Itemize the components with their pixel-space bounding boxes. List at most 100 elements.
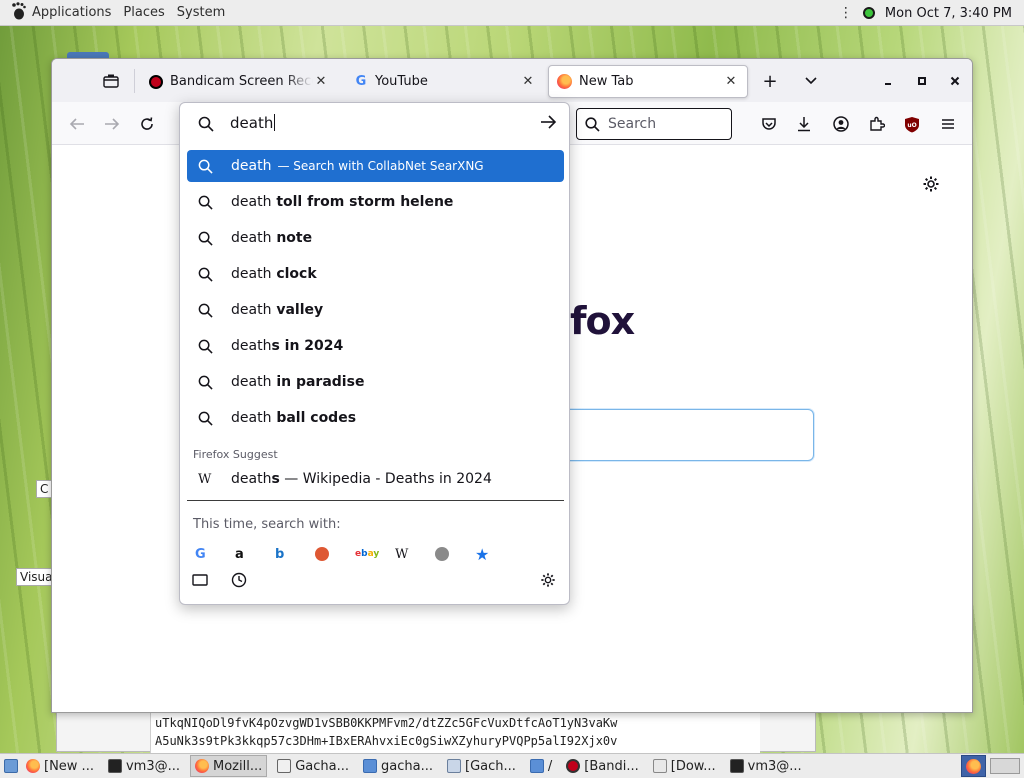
urlbar-dropdown: death death — Search with CollabNet SearX… (179, 102, 570, 605)
engine-searxng-button[interactable] (432, 543, 472, 565)
account-button[interactable] (828, 111, 854, 137)
panel-clock[interactable]: Mon Oct 7, 3:40 PM (885, 6, 1012, 21)
wikipedia-suggestion[interactable]: W death s — Wikipedia - Deaths in 2024 (187, 463, 564, 495)
search-suggestion[interactable]: death valley (187, 294, 564, 326)
suggestion-prefix: death (231, 230, 272, 246)
suggestion-completion: toll from storm helene (271, 194, 454, 210)
pocket-icon (762, 117, 776, 130)
app-menu-button[interactable] (935, 111, 961, 137)
search-suggestion[interactable]: death ball codes (187, 402, 564, 434)
taskbar-window-button[interactable]: gacha... (359, 755, 437, 777)
url-input[interactable]: death (180, 103, 569, 145)
window-icon (277, 759, 292, 773)
taskbar-window-button[interactable]: Gacha... (273, 755, 353, 777)
taskbar-window-label: Gacha... (295, 758, 350, 774)
tab-bandicam[interactable]: Bandicam Screen Recorder ✕ (141, 65, 337, 98)
search-suggestion[interactable]: death clock (187, 258, 564, 290)
download-icon (798, 117, 810, 132)
go-arrow-icon[interactable] (539, 114, 557, 130)
ublock-origin-button[interactable]: uO (899, 111, 925, 137)
system-menu[interactable]: System (177, 5, 225, 20)
history-search-button[interactable] (231, 572, 247, 592)
places-menu[interactable]: Places (123, 5, 164, 20)
tab-icon (192, 574, 208, 586)
search-icon (198, 267, 214, 282)
suggestion-prefix: death (231, 194, 272, 210)
tab-youtube[interactable]: G YouTube ✕ (346, 65, 544, 98)
tabs-search-button[interactable] (192, 574, 208, 590)
puzzle-piece-icon (870, 116, 885, 131)
urlbar-footer (192, 571, 562, 593)
engine-ebay-button[interactable]: ebay (352, 543, 392, 565)
applications-menu-label: Applications (32, 5, 112, 20)
engine-google-button[interactable]: G (192, 543, 232, 565)
search-suggestion[interactable]: death toll from storm helene (187, 186, 564, 218)
engine-bing-button[interactable]: b (272, 543, 312, 565)
list-all-tabs-button[interactable] (798, 69, 824, 93)
downloads-button[interactable] (791, 111, 817, 137)
system-menu-label: System (176, 5, 226, 20)
close-icon (950, 76, 960, 86)
engine-bookmarks-button[interactable]: ★ (472, 543, 512, 565)
taskbar-window-label: [Bandi... (584, 758, 639, 774)
workspace-switcher[interactable] (986, 755, 1024, 777)
firefox-launcher[interactable] (961, 755, 986, 777)
taskbar-window-button[interactable]: [Dow... (649, 755, 720, 777)
places-menu-label: Places (123, 5, 165, 20)
taskbar-window-button[interactable]: vm3@... (726, 755, 806, 777)
engine-wikipedia-button[interactable]: W (392, 543, 432, 565)
new-tab-button[interactable]: + (757, 69, 783, 93)
close-tab-icon[interactable]: ✕ (520, 74, 536, 89)
forward-button[interactable] (99, 111, 125, 137)
reload-button[interactable] (134, 111, 160, 137)
search-bar[interactable]: Search (576, 108, 732, 140)
engine-duckduckgo-button[interactable] (312, 543, 352, 565)
taskbar-window-button[interactable]: Mozill... (190, 755, 268, 777)
pocket-button[interactable] (756, 111, 782, 137)
taskbar-window-button[interactable]: [Gach... (443, 755, 520, 777)
close-window-button[interactable] (942, 69, 968, 93)
search-suggestion[interactable]: death s in 2024 (187, 330, 564, 362)
bottom-taskbar: [New ... vm3@... Mozill... Gacha... gacha...… (0, 753, 1024, 778)
taskbar-window-button[interactable]: [New ... (22, 755, 98, 777)
bandicam-record-icon (149, 74, 163, 89)
panel-more-icon[interactable]: ⋮ (839, 5, 853, 21)
extensions-button[interactable] (864, 111, 890, 137)
maximize-button[interactable] (909, 69, 935, 93)
search-suggestion-selected[interactable]: death — Search with CollabNet SearXNG (187, 150, 564, 182)
download-icon (652, 759, 667, 773)
taskbar-window-label: [Dow... (670, 758, 716, 774)
minimize-button[interactable] (875, 69, 901, 93)
engine-amazon-button[interactable]: a (232, 543, 272, 565)
google-icon: G (195, 546, 206, 562)
google-icon: G (355, 74, 367, 89)
back-button[interactable] (64, 111, 90, 137)
new-tab-search-box[interactable] (562, 409, 814, 461)
taskbar-window-button[interactable]: [Bandi... (562, 755, 642, 777)
search-settings-button[interactable] (540, 572, 556, 592)
suggestion-prefix: death (231, 266, 272, 282)
firefox-view-button[interactable] (100, 71, 122, 91)
applications-menu[interactable]: Applications (10, 1, 112, 24)
taskbar-window-button[interactable]: vm3@... (104, 755, 184, 777)
tab-new-tab[interactable]: New Tab ✕ (548, 65, 748, 98)
search-suggestion[interactable]: death in paradise (187, 366, 564, 398)
plus-icon: + (762, 70, 778, 92)
close-tab-icon[interactable]: ✕ (723, 74, 739, 89)
show-desktop-button[interactable] (0, 755, 22, 777)
taskbar-window-label: vm3@... (747, 758, 802, 774)
arrow-left-icon (69, 118, 84, 130)
search-icon (198, 411, 214, 426)
network-status-icon[interactable] (862, 7, 875, 19)
show-desktop-icon (4, 759, 18, 773)
background-text-area[interactable]: uTkqNIQoDl9fvK4pOzvgWD1vSBB0KKPMFvm2/dtZ… (150, 713, 760, 753)
search-suggestion[interactable]: death note (187, 222, 564, 254)
background-editor-window: uTkqNIQoDl9fvK4pOzvgWD1vSBB0KKPMFvm2/dtZ… (56, 712, 816, 753)
customize-new-tab-button[interactable] (922, 175, 942, 195)
taskbar-window-button[interactable]: / (526, 755, 556, 777)
hamburger-menu-icon (942, 119, 954, 129)
close-tab-icon[interactable]: ✕ (313, 74, 329, 89)
wikipedia-suggestion-rest: — Wikipedia - Deaths in 2024 (279, 471, 492, 487)
taskbar-window-label: [Gach... (465, 758, 516, 774)
chevron-down-icon (805, 77, 817, 85)
